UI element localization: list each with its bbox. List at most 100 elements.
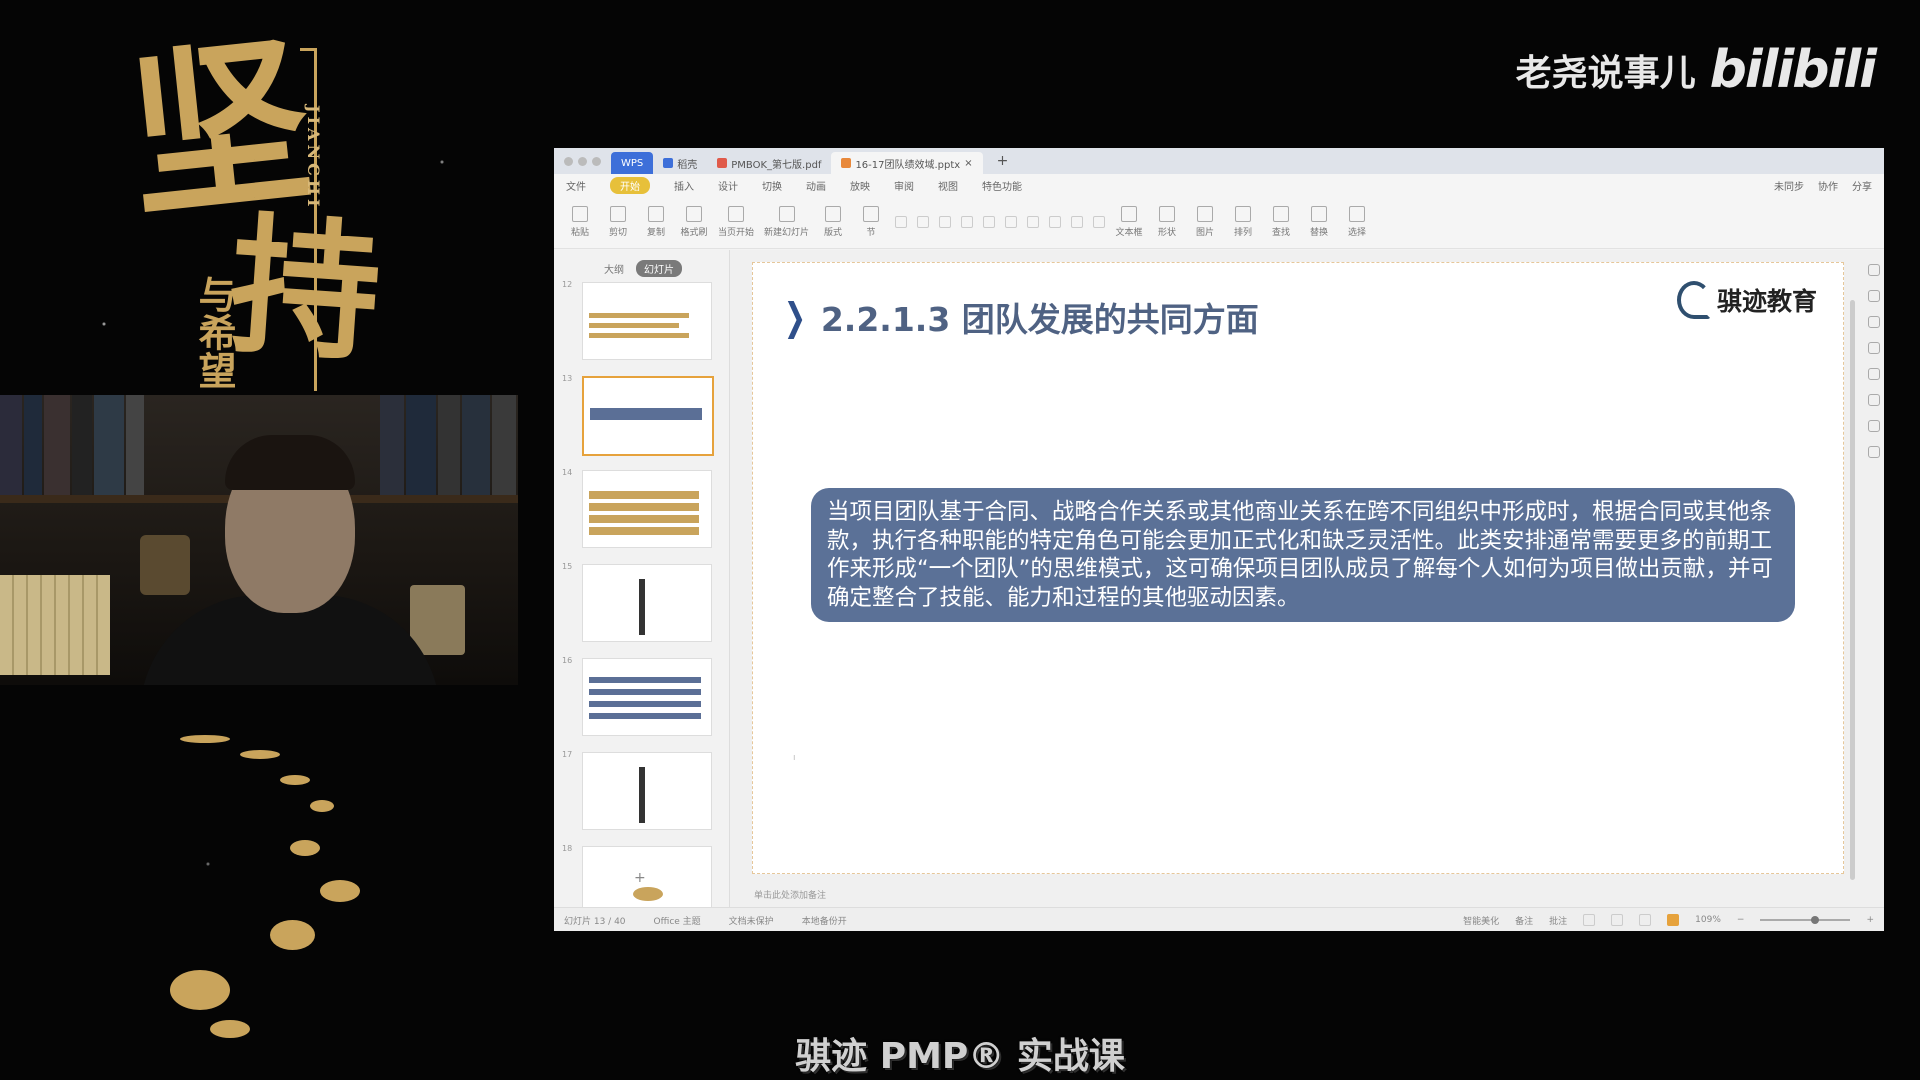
webcam-feed	[0, 395, 518, 685]
menu-special[interactable]: 特色功能	[982, 178, 1022, 193]
play-current-button[interactable]: 当页开始	[718, 206, 754, 238]
theme-name[interactable]: Office 主题	[654, 914, 701, 927]
slide-thumbnail[interactable]: 16	[560, 654, 720, 748]
format-painter-button[interactable]: 格式刷	[680, 206, 708, 238]
ppt-icon	[841, 158, 852, 168]
slide-thumbnail[interactable]: 12	[560, 278, 720, 372]
arrange-button[interactable]: 排列	[1229, 206, 1257, 238]
notes-placeholder[interactable]: 单击此处添加备注	[754, 888, 826, 901]
collaborate-button[interactable]: 协作	[1818, 178, 1838, 193]
help-icon[interactable]	[1868, 368, 1880, 380]
sorter-view-icon[interactable]	[1611, 914, 1624, 926]
zoom-level[interactable]: 109%	[1695, 915, 1721, 925]
backup-status[interactable]: 本地备份开	[802, 914, 847, 927]
menu-insert[interactable]: 插入	[674, 178, 694, 193]
new-slide-button[interactable]: 新建幻灯片	[764, 206, 809, 238]
search-icon	[1273, 206, 1290, 222]
close-tab-icon[interactable]: ×	[964, 158, 972, 169]
align-left-icon[interactable]	[983, 216, 996, 228]
normal-view-icon[interactable]	[1583, 914, 1596, 926]
menu-file[interactable]: 文件	[566, 178, 586, 193]
line-spacing-icon[interactable]	[1071, 216, 1084, 228]
font-color-icon[interactable]	[961, 216, 974, 228]
calligraphy-latin: JIANCHI	[304, 105, 323, 211]
maximize-window-button[interactable]	[592, 156, 601, 166]
cut-button[interactable]: 剪切	[604, 206, 632, 238]
magic-icon[interactable]	[1868, 316, 1880, 328]
slide-counter: 幻灯片 13 / 40	[564, 916, 626, 927]
align-center-icon[interactable]	[1005, 216, 1018, 228]
qiji-logo-icon	[1676, 281, 1711, 319]
shape-button[interactable]: 形状	[1153, 206, 1181, 238]
slide-thumbnail[interactable]: 17	[560, 748, 720, 842]
sync-status[interactable]: 未同步	[1774, 178, 1804, 193]
comment-toggle[interactable]: 批注	[1549, 914, 1567, 927]
menu-review[interactable]: 审阅	[894, 178, 914, 193]
ribbon-toolbar: 粘贴 剪切 复制 格式刷 当页开始 新建幻灯片 版式 节 文本框 形状 图片 排…	[554, 196, 1884, 249]
replace-button[interactable]: 替换	[1305, 206, 1333, 238]
numbered-list-icon[interactable]	[1049, 216, 1062, 228]
editor-body: 大纲 幻灯片 12 13 14 15 16 17 18 + ❯ 2.2.1.3 …	[554, 250, 1884, 924]
backup-icon[interactable]	[1868, 342, 1880, 354]
slide-body-textbox[interactable]: 当项目团队基于合同、战略合作关系或其他商业关系在跨不同组织中形成时，根据合同或其…	[811, 488, 1795, 623]
add-slide-icon[interactable]: +	[634, 870, 646, 886]
smart-beautify-button[interactable]: 智能美化	[1463, 914, 1499, 927]
picture-button[interactable]: 图片	[1191, 206, 1219, 238]
slide-title[interactable]: ❯ 2.2.1.3 团队发展的共同方面	[779, 293, 1259, 341]
window-controls[interactable]	[564, 156, 601, 166]
new-tab-icon[interactable]: +	[997, 153, 1009, 169]
channel-brand: 老尧说事儿 bilibili	[1516, 40, 1877, 100]
text-direction-icon[interactable]	[1093, 216, 1106, 228]
status-bar: 幻灯片 13 / 40 Office 主题 文档未保护 本地备份开 智能美化 备…	[554, 907, 1884, 931]
history-icon[interactable]	[1868, 420, 1880, 432]
tab-wps-home[interactable]: WPS	[611, 152, 654, 174]
play-icon	[728, 206, 744, 222]
share-button[interactable]: 分享	[1852, 178, 1872, 193]
find-button[interactable]: 查找	[1267, 206, 1295, 238]
menu-transition[interactable]: 切换	[762, 178, 782, 193]
tab-pptx[interactable]: 16-17团队绩效域.pptx ×	[831, 152, 983, 174]
textbox-icon	[1121, 206, 1138, 222]
properties-icon[interactable]	[1868, 264, 1880, 276]
underline-icon[interactable]	[939, 216, 952, 228]
reading-view-icon[interactable]	[1639, 914, 1652, 926]
menu-home[interactable]: 开始	[610, 176, 650, 194]
slide-thumbnail[interactable]: 15	[560, 560, 720, 654]
vertical-scrollbar[interactable]	[1850, 300, 1855, 880]
menu-animation[interactable]: 动画	[806, 178, 826, 193]
placeholder-mark: ı	[793, 753, 796, 763]
italic-icon[interactable]	[917, 216, 930, 228]
menu-view[interactable]: 视图	[938, 178, 958, 193]
bold-icon[interactable]	[895, 216, 908, 228]
zoom-in-icon[interactable]: +	[1866, 915, 1874, 925]
menu-slideshow[interactable]: 放映	[850, 178, 870, 193]
tab-pdf[interactable]: PMBOK_第七版.pdf	[707, 152, 831, 174]
menu-design[interactable]: 设计	[718, 178, 738, 193]
minimize-window-button[interactable]	[578, 156, 587, 166]
slide-canvas[interactable]: ❯ 2.2.1.3 团队发展的共同方面 骐迹教育 当项目团队基于合同、战略合作关…	[752, 262, 1844, 874]
share-icon[interactable]	[1868, 446, 1880, 458]
copy-button[interactable]: 复制	[642, 206, 670, 238]
layout-button[interactable]: 版式	[819, 206, 847, 238]
settings-icon[interactable]	[1868, 394, 1880, 406]
tab-docer[interactable]: 稻壳	[653, 152, 707, 174]
tab-outline[interactable]: 大纲	[604, 261, 624, 276]
zoom-slider-knob[interactable]	[1811, 916, 1820, 924]
scissors-icon	[610, 206, 626, 222]
animation-icon[interactable]	[1868, 290, 1880, 302]
zoom-out-icon[interactable]: −	[1737, 915, 1745, 925]
paste-button[interactable]: 粘贴	[566, 206, 594, 238]
tab-slides[interactable]: 幻灯片	[636, 260, 682, 277]
slide-thumbnail-selected[interactable]: 13	[560, 372, 720, 466]
select-button[interactable]: 选择	[1343, 206, 1371, 238]
document-protect-status[interactable]: 文档未保护	[729, 914, 774, 927]
pdf-icon	[717, 158, 728, 168]
bullet-list-icon[interactable]	[1027, 216, 1040, 228]
textbox-button[interactable]: 文本框	[1115, 206, 1143, 238]
notes-toggle[interactable]: 备注	[1515, 914, 1533, 927]
close-window-button[interactable]	[564, 156, 573, 166]
slide-thumbnail[interactable]: 14	[560, 466, 720, 560]
zoom-slider[interactable]	[1760, 916, 1851, 924]
slideshow-play-icon[interactable]	[1667, 914, 1680, 926]
section-button[interactable]: 节	[857, 206, 885, 238]
